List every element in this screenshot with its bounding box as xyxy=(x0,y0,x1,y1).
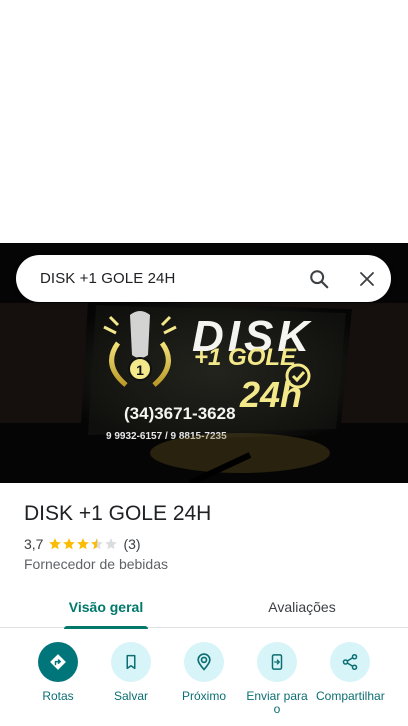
share-label: Compartilhar xyxy=(316,689,385,703)
directions-label: Rotas xyxy=(42,689,74,703)
nearby-label: Próximo xyxy=(181,689,226,703)
review-count: (3) xyxy=(123,536,141,552)
directions-button[interactable]: Rotas xyxy=(21,642,95,703)
place-category: Fornecedor de bebidas xyxy=(24,556,168,572)
nearby-icon xyxy=(197,653,211,671)
tab-overview[interactable]: Visão geral xyxy=(55,586,157,629)
search-icon xyxy=(310,269,329,288)
star-full-icon xyxy=(77,538,90,550)
sign-phone: (34)3671-3628 xyxy=(124,404,236,423)
search-input[interactable]: DISK +1 GOLE 24H xyxy=(40,270,295,287)
close-icon xyxy=(360,271,374,286)
trophy-logo: 1 xyxy=(103,311,177,387)
star-half-icon xyxy=(91,538,104,550)
send-to-phone-icon xyxy=(271,654,283,670)
send-to-phone-button-circle xyxy=(257,642,297,682)
nearby-button-circle xyxy=(184,642,224,682)
tab-overview-label: Visão geral xyxy=(68,599,144,615)
star-full-icon xyxy=(63,538,76,550)
search-bar[interactable]: DISK +1 GOLE 24H xyxy=(16,255,391,302)
rating-stars xyxy=(48,537,118,551)
bookmark-icon xyxy=(126,654,136,670)
directions-button-circle xyxy=(38,642,78,682)
send-to-phone-label: Enviar para o xyxy=(246,689,308,716)
rating-row[interactable]: 3,7 (3) xyxy=(24,536,141,552)
star-empty-icon xyxy=(105,538,118,550)
directions-icon xyxy=(50,654,66,670)
save-label: Salvar xyxy=(113,689,148,703)
sign-subtitle: +1 GOLE xyxy=(194,344,297,371)
search-button[interactable] xyxy=(295,255,343,302)
share-icon xyxy=(342,653,358,671)
tab-reviews[interactable]: Avaliações xyxy=(251,586,353,628)
share-button-circle xyxy=(330,642,370,682)
send-to-phone-button[interactable]: Enviar para o xyxy=(240,642,314,716)
place-name: DISK +1 GOLE 24H xyxy=(24,502,212,525)
share-button[interactable]: Compartilhar xyxy=(313,642,387,703)
tab-selected-indicator xyxy=(64,626,148,629)
nearby-button[interactable]: Próximo xyxy=(167,642,241,703)
rating-value: 3,7 xyxy=(24,536,44,552)
action-bar: Rotas Salvar Próximo Enviar para o Compa… xyxy=(0,640,408,726)
save-button[interactable]: Salvar xyxy=(94,642,168,703)
star-full-icon xyxy=(49,538,62,550)
badge-number: 1 xyxy=(136,362,144,378)
place-details-screen: 1 DISK +1 GOLE (34)3671-3628 9 9932-6157… xyxy=(0,0,408,726)
sign-hours: 24h xyxy=(239,374,302,415)
map-area[interactable] xyxy=(0,0,408,243)
tab-reviews-label: Avaliações xyxy=(268,599,336,615)
save-button-circle xyxy=(111,642,151,682)
close-button[interactable] xyxy=(343,255,391,302)
tab-bar: Visão geral Avaliações xyxy=(0,586,408,629)
